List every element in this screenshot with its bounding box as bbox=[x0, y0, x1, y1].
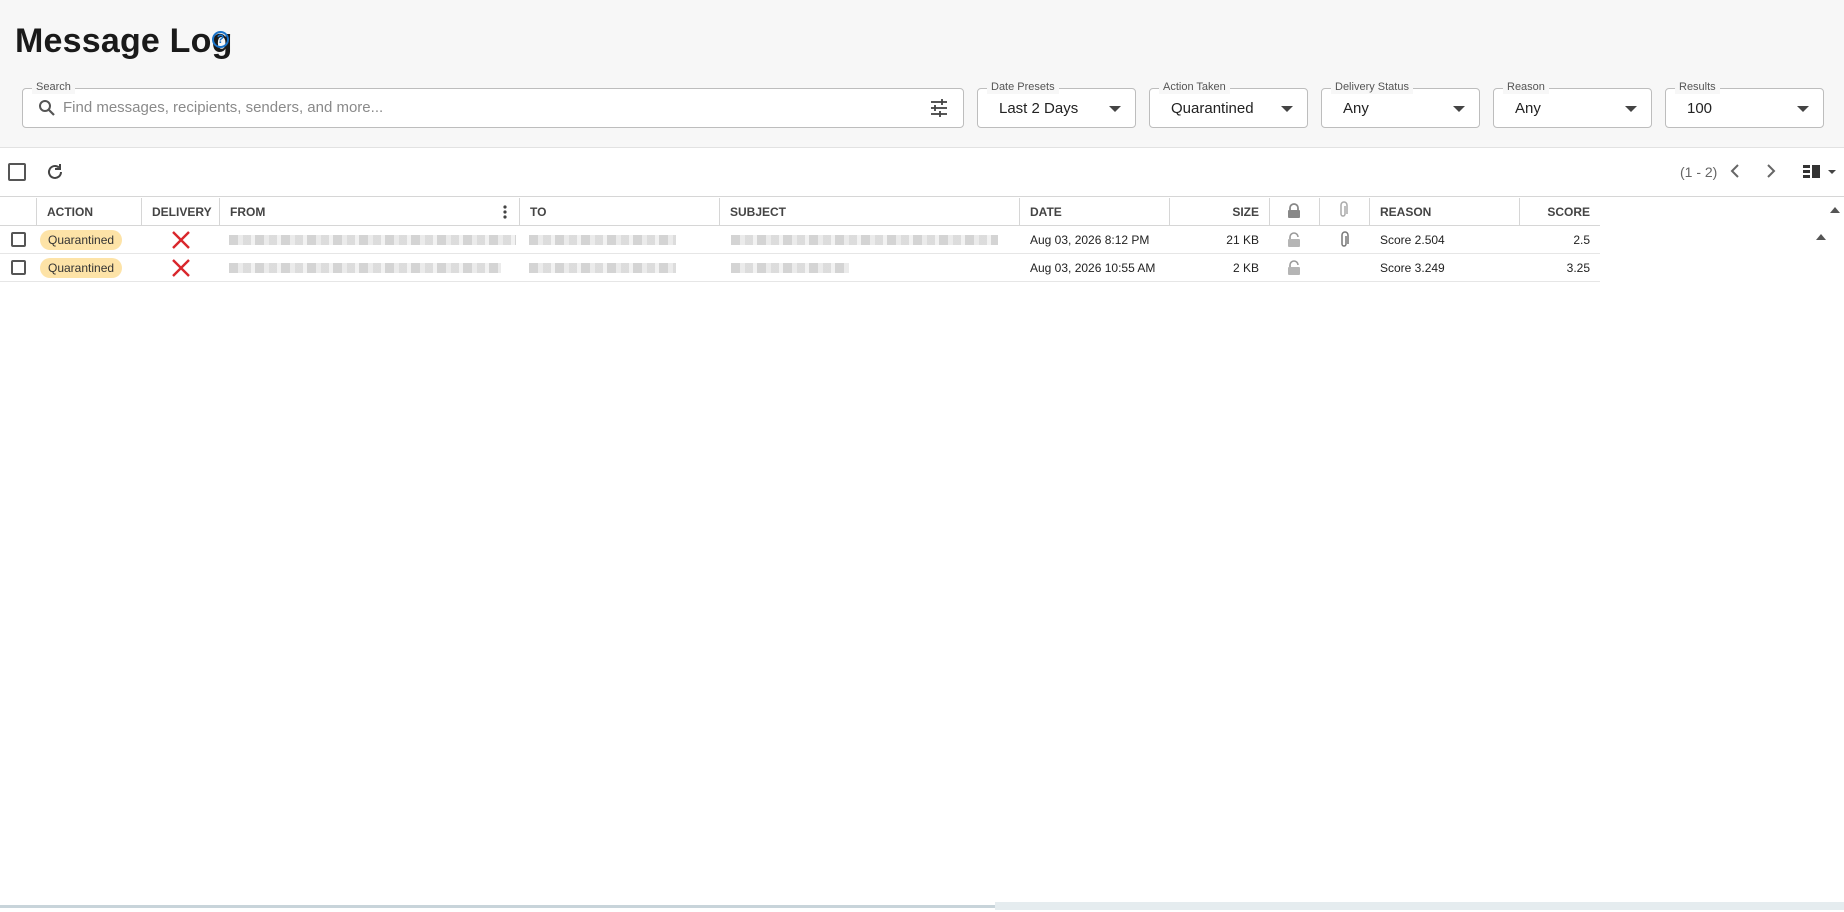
table-row[interactable]: Quarantined Aug 03, 2026 8:12 PM 21 KB S… bbox=[0, 226, 1600, 254]
date-presets-label: Date Presets bbox=[987, 80, 1059, 94]
size-cell: 21 KB bbox=[1226, 233, 1259, 247]
column-divider bbox=[141, 198, 142, 226]
action-badge: Quarantined bbox=[40, 230, 123, 250]
reason-cell: Score 3.249 bbox=[1380, 261, 1445, 275]
search-input[interactable] bbox=[63, 99, 913, 116]
search-field[interactable]: Search bbox=[22, 80, 964, 128]
header-size[interactable]: SIZE bbox=[1180, 198, 1259, 226]
redacted-to bbox=[529, 263, 676, 273]
page-title: Message Log bbox=[15, 22, 233, 60]
chevron-down-icon bbox=[1625, 106, 1637, 112]
column-divider bbox=[1369, 198, 1370, 226]
lock-icon bbox=[1287, 203, 1301, 224]
header-score[interactable]: SCORE bbox=[1530, 198, 1590, 226]
chevron-down-icon bbox=[1453, 106, 1465, 112]
column-divider bbox=[719, 198, 720, 226]
delivery-status-select[interactable]: Delivery Status Any bbox=[1321, 80, 1480, 128]
redacted-from bbox=[229, 235, 516, 245]
chevron-down-icon bbox=[1797, 106, 1809, 112]
redacted-to bbox=[529, 235, 676, 245]
table-toolbar: (1 - 2) bbox=[0, 149, 1844, 197]
header-from[interactable]: FROM bbox=[230, 198, 265, 226]
column-divider bbox=[36, 198, 37, 226]
row-checkbox[interactable] bbox=[11, 260, 26, 275]
action-badge: Quarantined bbox=[40, 258, 123, 278]
redacted-from bbox=[229, 263, 501, 273]
header-to[interactable]: TO bbox=[530, 198, 546, 226]
action-taken-value: Quarantined bbox=[1171, 100, 1254, 117]
results-select[interactable]: Results 100 bbox=[1665, 80, 1824, 128]
select-all-checkbox[interactable] bbox=[8, 163, 26, 181]
scroll-up-arrow[interactable] bbox=[1816, 228, 1826, 246]
date-cell: Aug 03, 2026 8:12 PM bbox=[1030, 233, 1150, 247]
reason-label: Reason bbox=[1503, 80, 1549, 94]
score-cell: 3.25 bbox=[1566, 261, 1590, 275]
paperclip-icon bbox=[1338, 201, 1348, 224]
date-cell: Aug 03, 2026 10:55 AM bbox=[1030, 261, 1156, 275]
results-label: Results bbox=[1675, 80, 1720, 94]
reason-select[interactable]: Reason Any bbox=[1493, 80, 1652, 128]
column-divider bbox=[1019, 198, 1020, 226]
top-bar: Message Log ? Search Date Presets Last 2… bbox=[0, 0, 1844, 148]
table-header: ACTION DELIVERY FROM TO SUBJECT DATE SIZ… bbox=[0, 198, 1600, 226]
action-taken-label: Action Taken bbox=[1159, 80, 1230, 94]
table-row[interactable]: Quarantined Aug 03, 2026 10:55 AM 2 KB S… bbox=[0, 254, 1600, 282]
column-divider bbox=[219, 198, 220, 226]
reason-value: Any bbox=[1515, 100, 1541, 117]
header-subject[interactable]: SUBJECT bbox=[730, 198, 786, 226]
chevron-right-icon[interactable] bbox=[1764, 163, 1778, 184]
redacted-subject bbox=[731, 235, 998, 245]
delivery-status-label: Delivery Status bbox=[1331, 80, 1413, 94]
search-label: Search bbox=[32, 80, 75, 94]
header-date[interactable]: DATE bbox=[1030, 198, 1062, 226]
chevron-down-icon bbox=[1109, 106, 1121, 112]
date-presets-value: Last 2 Days bbox=[999, 100, 1079, 117]
size-cell: 2 KB bbox=[1232, 261, 1259, 275]
paperclip-icon[interactable] bbox=[1339, 231, 1349, 254]
search-icon bbox=[38, 99, 56, 122]
column-divider bbox=[1169, 198, 1170, 226]
scroll-up-arrow[interactable] bbox=[1830, 201, 1840, 219]
row-checkbox[interactable] bbox=[11, 232, 26, 247]
column-divider bbox=[519, 198, 520, 226]
pagination-range: (1 - 2) bbox=[1680, 164, 1718, 180]
horizontal-scrollbar[interactable] bbox=[0, 905, 995, 908]
score-cell: 2.5 bbox=[1573, 233, 1590, 247]
x-icon bbox=[171, 230, 191, 255]
delivery-status-value: Any bbox=[1343, 100, 1369, 117]
column-divider bbox=[1519, 198, 1520, 226]
chevron-left-icon[interactable] bbox=[1728, 163, 1742, 184]
date-presets-select[interactable]: Date Presets Last 2 Days bbox=[977, 80, 1136, 128]
filter-settings-icon[interactable] bbox=[929, 98, 949, 123]
more-vert-icon[interactable] bbox=[503, 205, 507, 224]
lock-icon bbox=[1287, 260, 1301, 281]
column-divider bbox=[1319, 198, 1320, 226]
x-icon bbox=[171, 258, 191, 283]
help-icon[interactable]: ? bbox=[212, 31, 229, 48]
header-action[interactable]: ACTION bbox=[47, 198, 93, 226]
redacted-subject bbox=[731, 263, 849, 273]
chevron-down-icon bbox=[1281, 106, 1293, 112]
refresh-icon[interactable] bbox=[45, 162, 65, 187]
column-layout-icon[interactable] bbox=[1802, 163, 1838, 186]
lock-icon bbox=[1287, 232, 1301, 253]
reason-cell: Score 2.504 bbox=[1380, 233, 1445, 247]
header-reason[interactable]: REASON bbox=[1380, 198, 1431, 226]
results-value: 100 bbox=[1687, 100, 1713, 117]
action-taken-select[interactable]: Action Taken Quarantined bbox=[1149, 80, 1308, 128]
column-divider bbox=[1269, 198, 1270, 226]
horizontal-scrollbar-track[interactable] bbox=[995, 902, 1844, 910]
header-delivery[interactable]: DELIVERY bbox=[152, 198, 212, 226]
